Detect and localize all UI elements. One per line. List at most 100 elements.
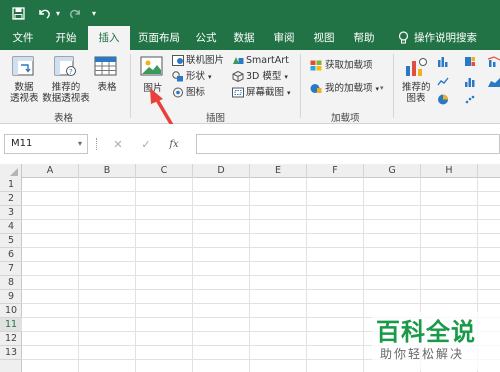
icons-button[interactable]: 图标 [186,87,205,98]
tab-data[interactable]: 数据 [228,26,260,50]
watermark-subtitle: 助你轻松解决 [380,347,465,361]
row-header[interactable]: 2 [0,192,22,206]
online-pictures-icon [172,55,184,66]
tab-page-layout[interactable]: 页面布局 [134,26,184,50]
pivot-table-icon [12,56,36,78]
pie-chart-icon[interactable] [437,94,449,105]
pivot-table-button[interactable]: 数据 透视表 [10,82,39,104]
tab-insert[interactable]: 插入 [88,26,130,50]
tab-file[interactable]: 文件 [6,26,40,50]
screenshot-label: 屏幕截图 [246,87,285,98]
recommended-charts-label-1: 推荐的 [402,82,431,93]
get-addins-button[interactable]: 获取加载项 [325,60,373,71]
column-header[interactable]: H [421,164,478,178]
3d-models-button[interactable]: 3D 模型 ▾ [246,71,288,83]
tab-help[interactable]: 帮助 [348,26,380,50]
save-icon[interactable] [10,4,26,22]
shapes-dropdown-icon: ▾ [208,73,212,81]
smartart-icon [232,55,244,66]
redo-icon[interactable] [68,4,82,22]
column-header[interactable]: A [22,164,79,178]
ribbon-separator [130,54,131,118]
svg-text:?: ? [69,68,73,76]
recommended-pivot-button[interactable]: 推荐的 数据透视表 [42,82,90,104]
customize-qat-icon[interactable]: ▾ [88,4,100,22]
row-header[interactable]: 1 [0,178,22,192]
column-header[interactable]: C [136,164,193,178]
insert-function-icon[interactable]: fx [160,139,188,150]
enter-icon[interactable]: ✓ [132,138,160,151]
my-addins-button[interactable]: 我的加载项 ▾ [325,83,379,95]
scatter-chart-icon[interactable] [464,94,476,105]
icons-icon [172,87,184,98]
column-header[interactable]: E [250,164,307,178]
store-icon [310,60,322,71]
select-all-corner[interactable] [0,164,22,178]
ribbon-separator [300,54,301,118]
column-header[interactable]: D [193,164,250,178]
row-header[interactable]: 9 [0,290,22,304]
name-box[interactable]: M11 ▾ [4,134,88,154]
name-box-value: M11 [11,138,33,149]
line-chart-icon[interactable] [437,76,449,87]
formula-bar-grip[interactable] [96,138,98,150]
row-header[interactable]: 10 [0,304,22,318]
tab-home[interactable]: 开始 [46,26,86,50]
undo-icon[interactable] [36,4,52,22]
illustrations-group-label: 插图 [206,113,226,124]
row-header[interactable]: 6 [0,248,22,262]
online-pictures-button[interactable]: 联机图片 [186,55,224,66]
tab-view[interactable]: 视图 [308,26,340,50]
tables-group-label: 表格 [54,113,74,124]
recommended-charts-button[interactable]: 推荐的 图表 [402,82,431,104]
area-chart-icon[interactable] [488,76,500,87]
tell-me-search[interactable]: 操作说明搜索 [414,26,494,50]
table-button[interactable]: 表格 [94,82,120,93]
smartart-button[interactable]: SmartArt [246,55,289,66]
cancel-icon[interactable]: ✕ [104,138,132,151]
row-header-selected[interactable]: 11 [0,318,22,332]
row-header[interactable]: 3 [0,206,22,220]
shapes-button[interactable]: 形状 ▾ [186,71,212,83]
row-header[interactable]: 12 [0,332,22,346]
row-header[interactable]: 7 [0,262,22,276]
statistic-chart-icon[interactable] [464,76,476,87]
row-header[interactable]: 4 [0,220,22,234]
pivot-table-label-2: 透视表 [10,93,39,104]
title-bar: ▾ ▾ [0,0,500,26]
my-addins-icon [310,83,322,94]
formula-bar: M11 ▾ ✕ ✓ fx [0,124,500,164]
formula-input[interactable] [196,134,500,154]
combo-chart-icon[interactable] [487,56,500,67]
shapes-icon [172,71,184,82]
lightbulb-icon [395,26,411,50]
column-header[interactable]: F [307,164,364,178]
column-header[interactable]: G [364,164,421,178]
screenshot-button[interactable]: 屏幕截图 ▾ [246,87,291,99]
3d-models-label: 3D 模型 [246,71,282,82]
picture-button[interactable]: 图片 [142,83,164,94]
screenshot-dropdown-icon: ▾ [287,89,291,97]
row-header[interactable]: 8 [0,276,22,290]
column-chart-icon[interactable] [437,56,449,67]
tab-review[interactable]: 审阅 [268,26,300,50]
row-header[interactable]: 5 [0,234,22,248]
ribbon-insert: 数据 透视表 ? 推荐的 数据透视表 表格 表格 图片 联机图片 形状 ▾ 图标… [0,50,500,124]
column-headers: A B C D E F G H [0,164,500,178]
table-icon [94,56,118,78]
3d-models-icon [232,70,244,83]
hierarchy-chart-icon[interactable] [464,56,476,67]
undo-dropdown-icon[interactable]: ▾ [53,4,63,22]
my-addins-label: 我的加载项 [325,83,373,94]
tab-formulas[interactable]: 公式 [190,26,222,50]
my-addins-dropdown-icon: ▾ [375,85,380,93]
recommended-charts-label-2: 图表 [406,93,426,104]
watermark: 百科全说 助你轻松解决 [372,312,500,370]
row-header[interactable]: 13 [0,346,22,360]
column-header-partial[interactable] [478,164,500,178]
row-headers: 1 2 3 4 5 6 7 8 9 10 11 12 13 [0,178,22,372]
name-box-dropdown-icon[interactable]: ▾ [78,135,82,153]
formula-buttons: ✕ ✓ fx [104,134,192,154]
addins-dropdown-icon[interactable]: ▾ [380,83,384,94]
column-header[interactable]: B [79,164,136,178]
